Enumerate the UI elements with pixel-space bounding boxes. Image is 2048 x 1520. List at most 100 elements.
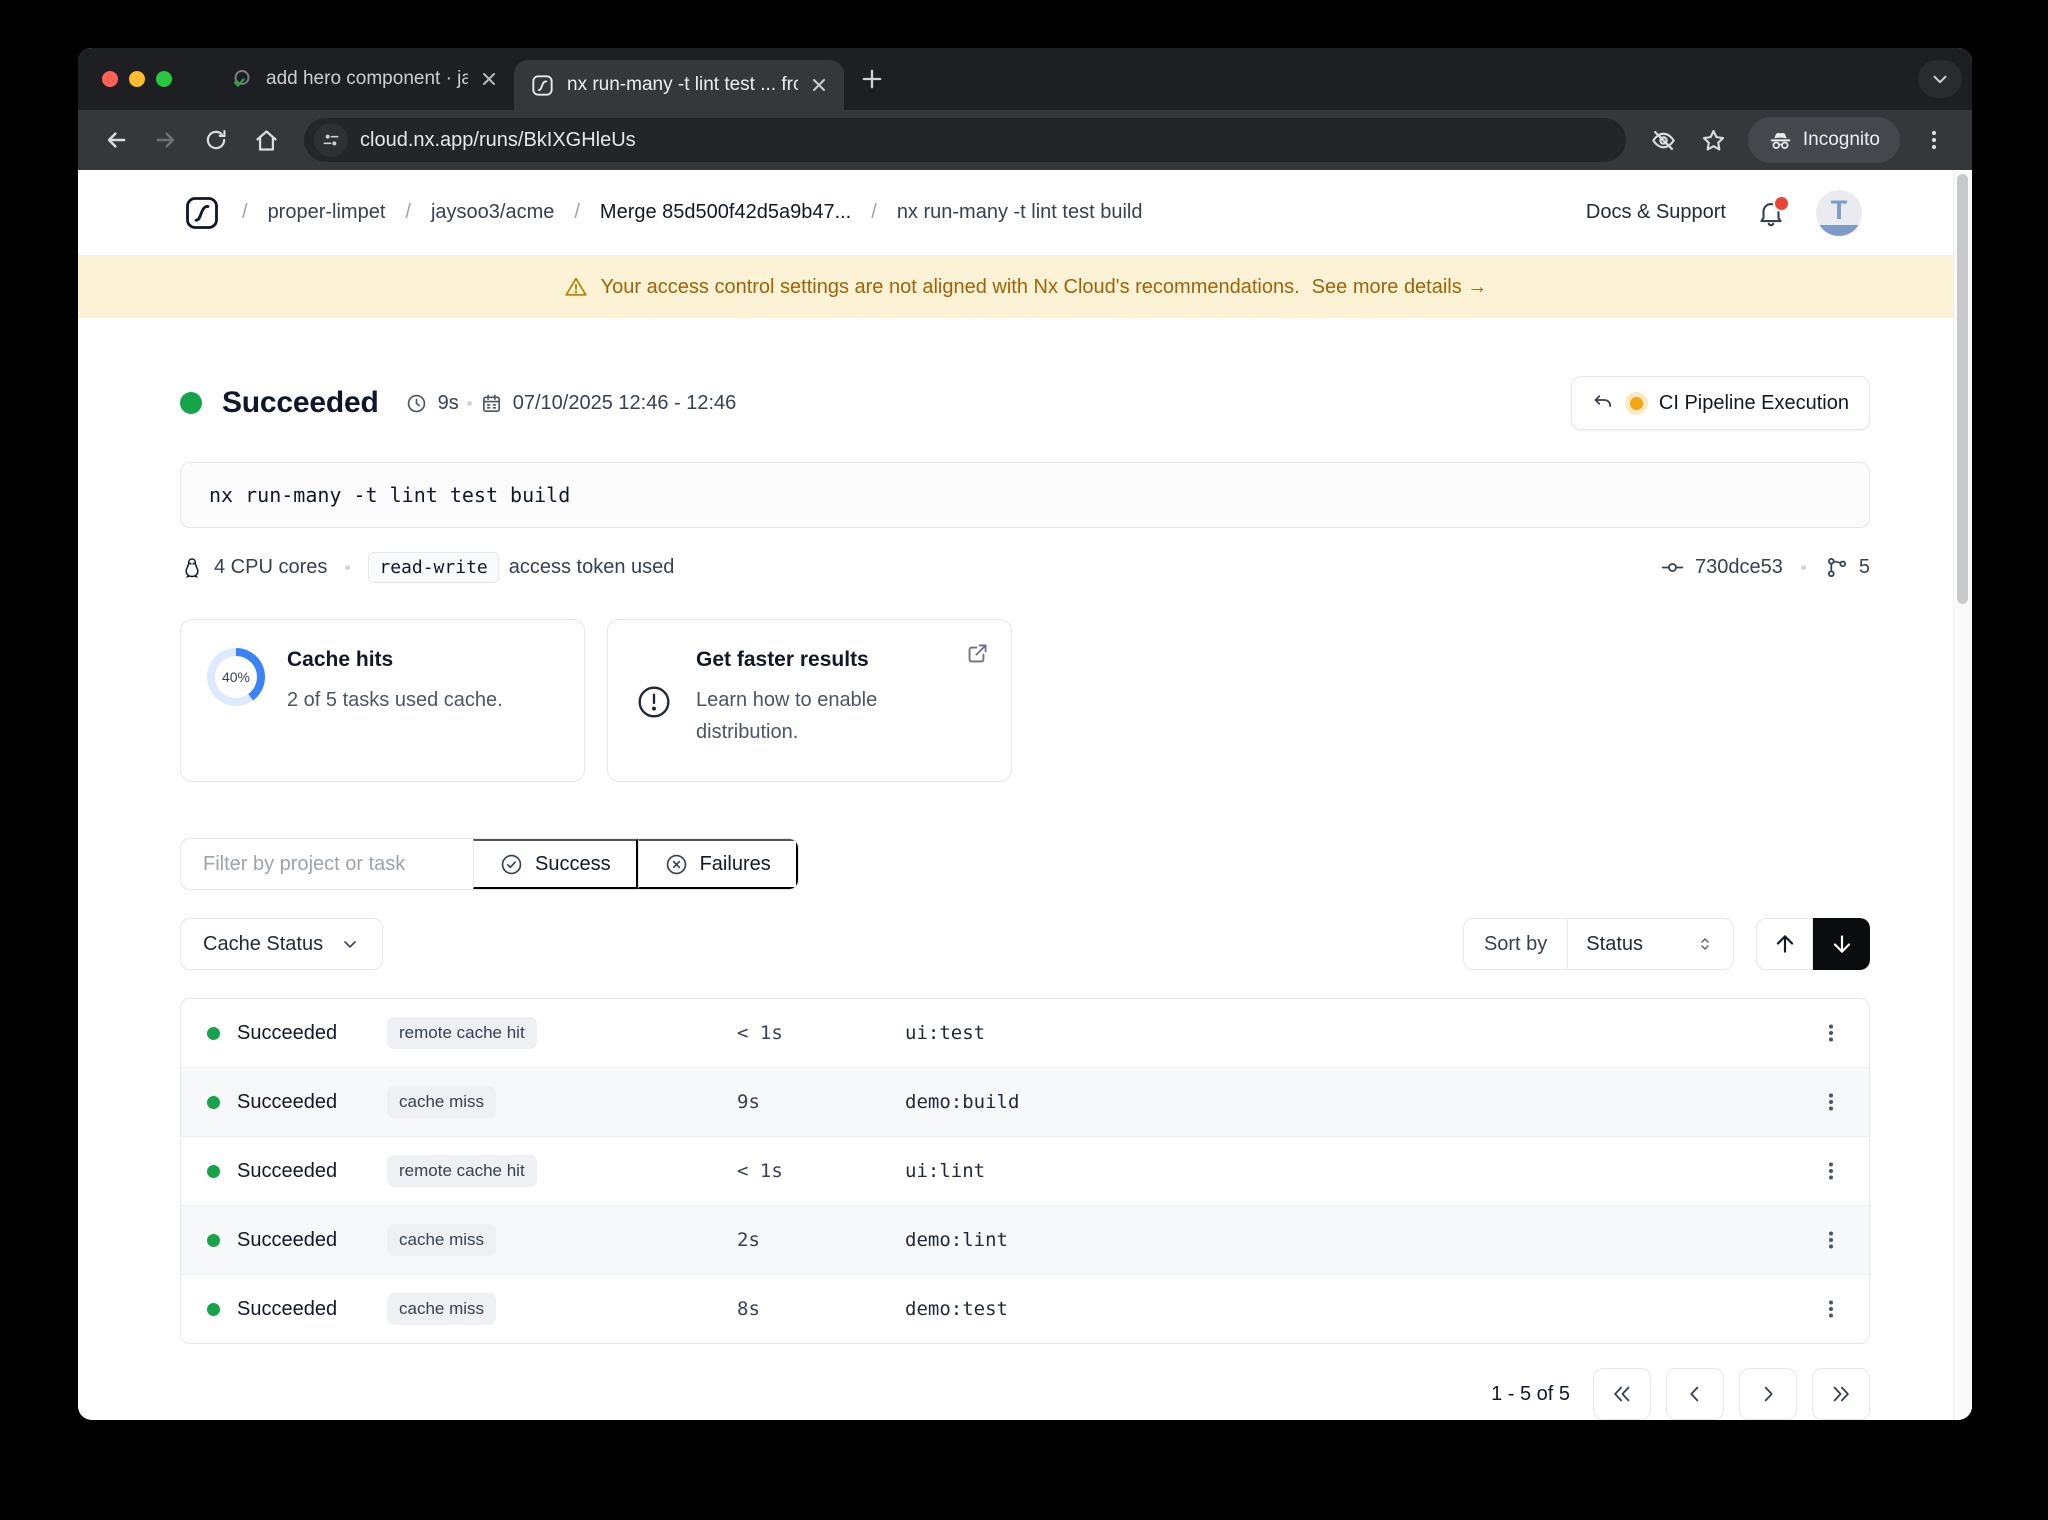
commit-icon	[1661, 563, 1684, 572]
ci-pipeline-execution-button[interactable]: CI Pipeline Execution	[1570, 376, 1870, 430]
separator-dot	[1800, 565, 1806, 570]
password-eye-off-icon[interactable]	[1642, 118, 1686, 162]
scrollbar-thumb[interactable]	[1957, 174, 1968, 604]
browser-tab-github-pr[interactable]: add hero component · jaysoo	[214, 57, 514, 101]
task-menu-kebab-icon[interactable]	[1819, 1297, 1843, 1321]
home-button[interactable]	[244, 118, 288, 162]
task-name[interactable]: demo:build	[905, 1091, 1803, 1113]
task-name[interactable]: ui:test	[905, 1022, 1803, 1044]
sort-by-label: Sort by	[1464, 919, 1569, 969]
docs-support-link[interactable]: Docs & Support	[1586, 201, 1726, 224]
filter-failures-button[interactable]: Failures	[637, 839, 798, 889]
bookmark-star-icon[interactable]	[1692, 118, 1736, 162]
chevrons-right-icon	[1833, 1386, 1849, 1402]
faster-results-subtitle: Learn how to enable distribution.	[696, 689, 878, 743]
cache-status-badge: cache miss	[387, 1224, 497, 1256]
task-menu-kebab-icon[interactable]	[1819, 1090, 1843, 1114]
run-meta-row: 4 CPU cores read-write access token used…	[180, 552, 1870, 583]
separator-dot	[466, 400, 472, 406]
breadcrumb-run[interactable]: nx run-many -t lint test build	[897, 201, 1143, 224]
task-status-label: Succeeded	[237, 1090, 338, 1113]
clock-icon	[407, 394, 425, 412]
task-duration: 8s	[737, 1298, 760, 1320]
breadcrumb-commit[interactable]: Merge 85d500f42d5a9b47...	[600, 201, 851, 224]
access-token-suffix: access token used	[508, 556, 675, 578]
zoom-window-button[interactable]	[156, 71, 172, 87]
get-faster-results-card[interactable]: Get faster results Learn how to enable d…	[607, 619, 1012, 782]
tab-title: add hero component · jaysoo	[266, 68, 468, 89]
task-list: Succeeded remote cache hit < 1s ui:test …	[180, 998, 1870, 1344]
task-name[interactable]: ui:lint	[905, 1160, 1803, 1182]
pr-check-favicon-icon	[230, 67, 254, 91]
browser-menu-kebab-icon[interactable]	[1912, 118, 1956, 162]
cache-status-dropdown[interactable]: Cache Status	[180, 918, 384, 970]
incognito-icon	[1770, 132, 1791, 149]
task-status-label: Succeeded	[237, 1228, 338, 1251]
back-button[interactable]	[94, 118, 138, 162]
filter-success-button[interactable]: Success	[473, 839, 638, 889]
task-name[interactable]: demo:test	[905, 1298, 1803, 1320]
close-window-button[interactable]	[102, 71, 118, 87]
minimize-window-button[interactable]	[129, 71, 145, 87]
last-page-button[interactable]	[1812, 1368, 1870, 1420]
new-tab-button[interactable]	[858, 65, 886, 93]
task-row[interactable]: Succeeded remote cache hit < 1s ui:test	[181, 999, 1869, 1067]
external-link-icon[interactable]	[965, 640, 991, 666]
site-settings-icon[interactable]	[314, 123, 348, 157]
commit-sha[interactable]: 730dce53	[1695, 556, 1783, 579]
arrow-down-icon	[1833, 935, 1850, 953]
tab-search-chevron-icon[interactable]	[1918, 60, 1962, 98]
chevron-left-icon	[1690, 1386, 1699, 1402]
breadcrumb-separator: /	[405, 201, 411, 223]
task-menu-kebab-icon[interactable]	[1819, 1159, 1843, 1183]
branch-count[interactable]: 5	[1859, 556, 1870, 579]
list-controls-row: Cache Status Sort by Status	[180, 918, 1870, 970]
task-row[interactable]: Succeeded cache miss 9s demo:build	[181, 1067, 1869, 1136]
task-menu-kebab-icon[interactable]	[1819, 1021, 1843, 1045]
previous-page-button[interactable]	[1666, 1368, 1724, 1420]
task-row[interactable]: Succeeded cache miss 8s demo:test	[181, 1274, 1869, 1343]
task-status-dot	[207, 1233, 220, 1247]
check-circle-icon	[501, 854, 522, 874]
cache-status-badge: cache miss	[387, 1293, 497, 1325]
site-header: / proper-limpet / jaysoo3/acme / Merge 8…	[78, 170, 1972, 256]
breadcrumb-separator: /	[574, 201, 580, 223]
address-bar[interactable]: cloud.nx.app/runs/BkIXGHleUs	[304, 118, 1626, 162]
task-status-dot	[207, 1302, 220, 1316]
nx-cloud-favicon-icon	[530, 73, 555, 98]
sort-descending-button[interactable]	[1813, 918, 1870, 970]
task-name[interactable]: demo:lint	[905, 1229, 1803, 1251]
run-status-title: Succeeded	[222, 386, 379, 419]
banner-see-more-link[interactable]: See more details →	[1312, 276, 1488, 299]
breadcrumb-workspace[interactable]: proper-limpet	[268, 201, 386, 224]
close-tab-icon[interactable]	[810, 76, 828, 94]
breadcrumb-repo[interactable]: jaysoo3/acme	[431, 201, 554, 224]
chevron-down-icon	[344, 941, 356, 948]
page-scrollbar[interactable]	[1953, 170, 1972, 1420]
filter-input[interactable]	[181, 839, 473, 889]
browser-tab-nx-run[interactable]: nx run-many -t lint test ... fro	[514, 60, 844, 110]
forward-button[interactable]	[144, 118, 188, 162]
notifications-bell-icon[interactable]	[1756, 194, 1790, 228]
task-status-label: Succeeded	[237, 1021, 338, 1044]
task-row[interactable]: Succeeded remote cache hit < 1s ui:lint	[181, 1136, 1869, 1205]
url-text: cloud.nx.app/runs/BkIXGHleUs	[360, 128, 636, 151]
breadcrumb-separator: /	[242, 201, 248, 223]
task-menu-kebab-icon[interactable]	[1819, 1228, 1843, 1252]
calendar-icon	[482, 394, 500, 412]
incognito-badge[interactable]: Incognito	[1747, 117, 1900, 163]
sort-ascending-button[interactable]	[1756, 918, 1813, 970]
close-tab-icon[interactable]	[480, 70, 498, 88]
window-controls	[102, 71, 172, 87]
sort-field-select[interactable]: Status	[1568, 919, 1733, 969]
first-page-button[interactable]	[1593, 1368, 1651, 1420]
reload-button[interactable]	[194, 118, 238, 162]
desktop-background: add hero component · jaysoo nx run-many …	[0, 0, 2048, 1520]
undo-arrow-icon	[1594, 395, 1611, 408]
task-row[interactable]: Succeeded cache miss 2s demo:lint	[181, 1205, 1869, 1274]
next-page-button[interactable]	[1739, 1368, 1797, 1420]
nx-logo-icon[interactable]	[182, 193, 222, 233]
user-avatar[interactable]: T	[1816, 189, 1862, 236]
banner-message: Your access control settings are not ali…	[600, 275, 1300, 298]
filter-row: Success Failures	[180, 838, 1870, 890]
